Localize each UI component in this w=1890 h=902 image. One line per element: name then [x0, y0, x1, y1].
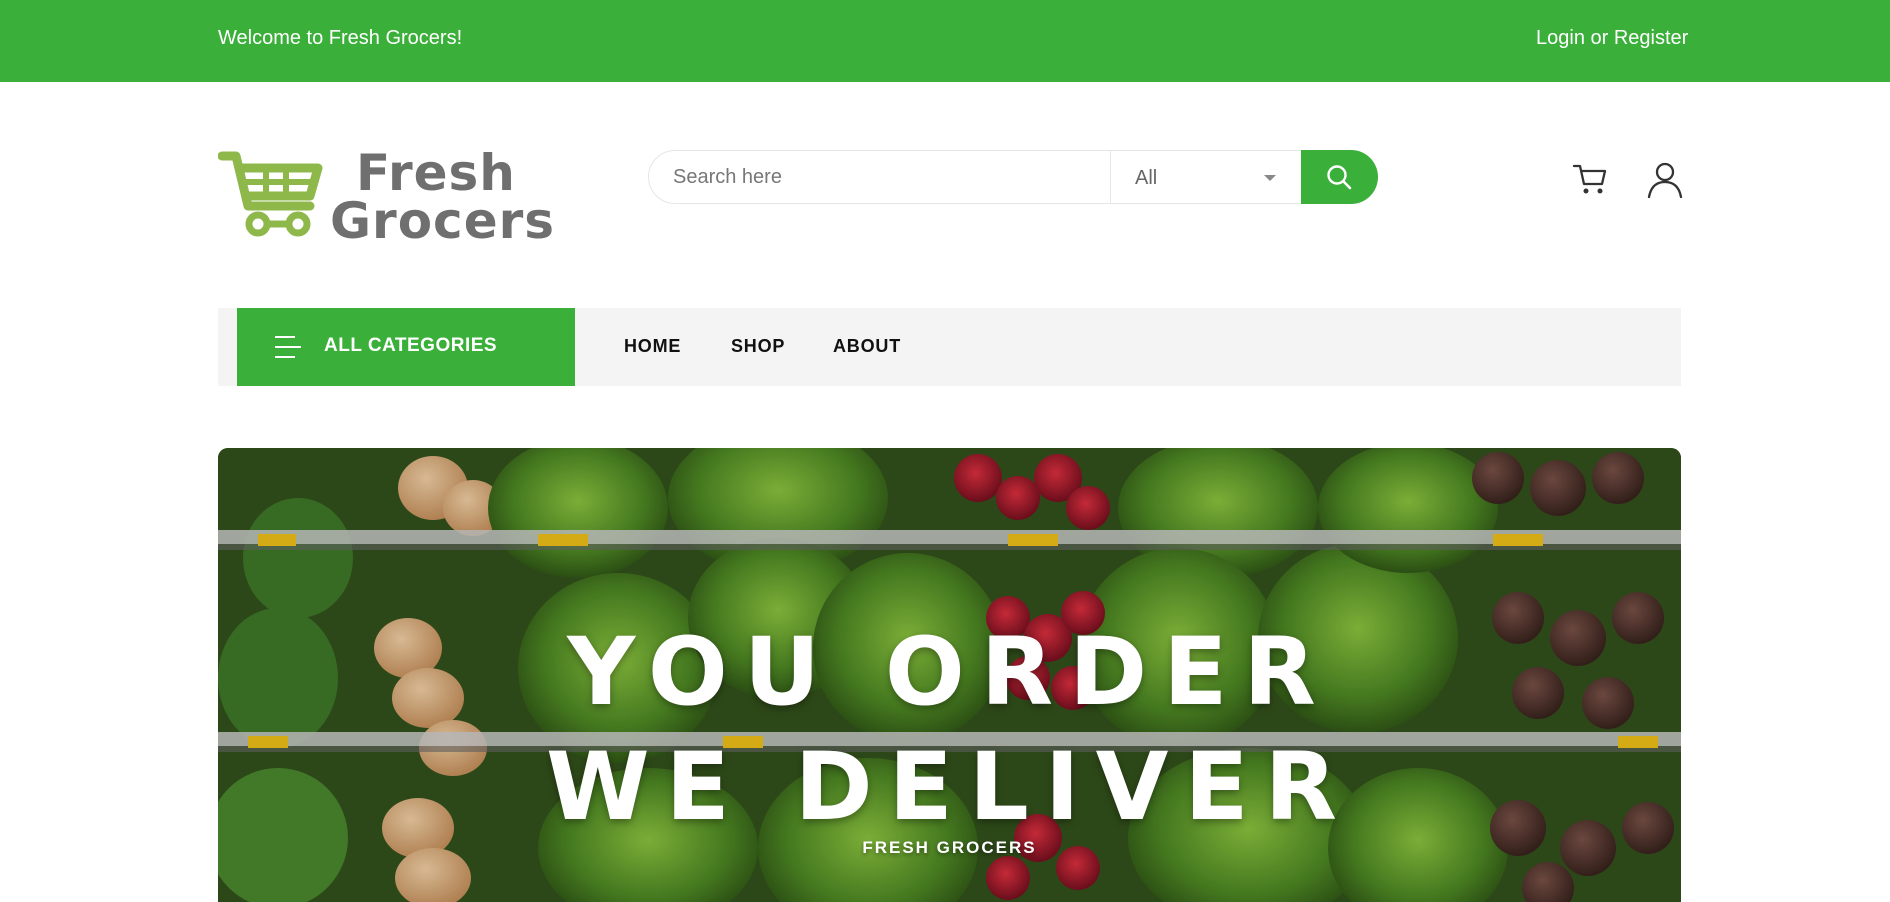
- welcome-text: Welcome to Fresh Grocers!: [218, 27, 463, 49]
- user-icon[interactable]: [1647, 162, 1683, 198]
- login-register-link[interactable]: Login or Register: [1536, 27, 1688, 50]
- all-categories-label: ALL CATEGORIES: [324, 335, 498, 356]
- top-bar: Welcome to Fresh Grocers! Login or Regis…: [0, 0, 1890, 82]
- category-select[interactable]: All: [1111, 151, 1303, 203]
- hero-heading-line-1: YOU ORDER: [567, 618, 1332, 727]
- shopping-cart-icon: [218, 151, 323, 237]
- search-icon: [1327, 165, 1352, 190]
- menu-icon: [275, 336, 301, 358]
- search-bar: All: [648, 150, 1378, 204]
- nav-link-about[interactable]: ABOUT: [833, 336, 901, 357]
- search-button[interactable]: [1301, 150, 1378, 204]
- search-input[interactable]: [673, 151, 1093, 203]
- all-categories-button[interactable]: ALL CATEGORIES: [237, 308, 575, 386]
- nav-link-home[interactable]: HOME: [624, 336, 681, 357]
- category-select-value: All: [1135, 167, 1158, 189]
- hero-banner: YOU ORDER WE DELIVER FRESH GROCERS: [218, 448, 1681, 902]
- hero-heading-line-2: WE DELIVER: [545, 733, 1354, 842]
- main-nav: ALL CATEGORIES HOME SHOP ABOUT: [218, 308, 1681, 386]
- site-logo[interactable]: Fresh Grocers: [218, 144, 554, 246]
- logo-word-fresh: Fresh: [356, 144, 516, 202]
- hero-subtitle: FRESH GROCERS: [862, 838, 1037, 857]
- cart-icon[interactable]: [1572, 162, 1608, 196]
- chevron-down-icon: [1264, 175, 1276, 181]
- logo-word-grocers: Grocers: [330, 192, 556, 250]
- nav-link-shop[interactable]: SHOP: [731, 336, 785, 357]
